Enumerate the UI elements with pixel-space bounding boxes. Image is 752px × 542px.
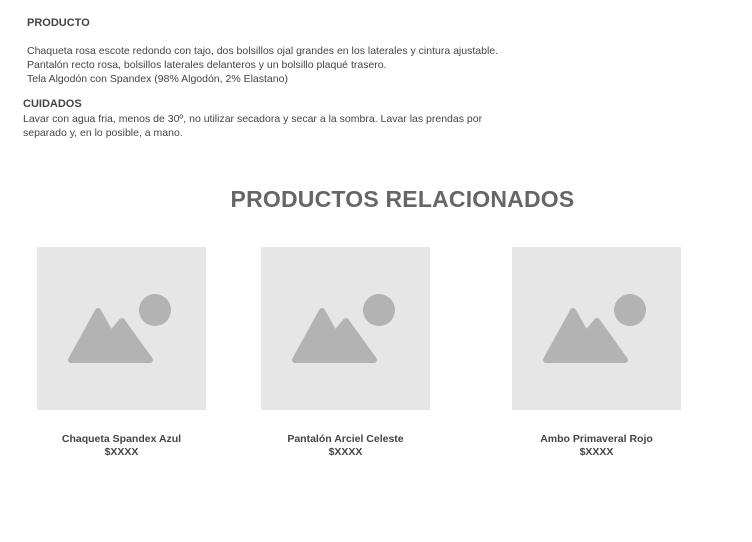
product-name[interactable]: Ambo Primaveral Rojo bbox=[472, 433, 721, 445]
care-instructions: Lavar con agua fria, menos de 30º, no ut… bbox=[23, 113, 483, 139]
product-section-label: PRODUCTO bbox=[27, 17, 90, 29]
product-card[interactable]: Pantalón Arciel Celeste $XXXX bbox=[261, 247, 430, 458]
related-products-title: PRODUCTOS RELACIONADOS bbox=[230, 186, 575, 212]
product-description-line: Chaqueta rosa escote redondo con tajo, d… bbox=[27, 45, 499, 57]
product-card[interactable]: Ambo Primaveral Rojo $XXXX bbox=[512, 247, 681, 458]
product-card[interactable]: Chaqueta Spandex Azul $XXXX bbox=[37, 247, 206, 458]
care-section-label: CUIDADOS bbox=[23, 98, 82, 110]
product-description-line: Tela Algodón con Spandex (98% Algodón, 2… bbox=[27, 73, 288, 85]
image-placeholder-icon[interactable] bbox=[512, 247, 681, 410]
product-name[interactable]: Pantalón Arciel Celeste bbox=[221, 433, 470, 445]
product-description-line: Pantalón recto rosa, bolsillos laterales… bbox=[27, 59, 387, 71]
product-name[interactable]: Chaqueta Spandex Azul bbox=[0, 433, 246, 445]
product-price: $XXXX bbox=[579, 446, 614, 458]
image-placeholder-icon[interactable] bbox=[261, 247, 430, 410]
image-placeholder-icon[interactable] bbox=[37, 247, 206, 410]
product-price: $XXXX bbox=[328, 446, 363, 458]
product-price: $XXXX bbox=[104, 446, 139, 458]
